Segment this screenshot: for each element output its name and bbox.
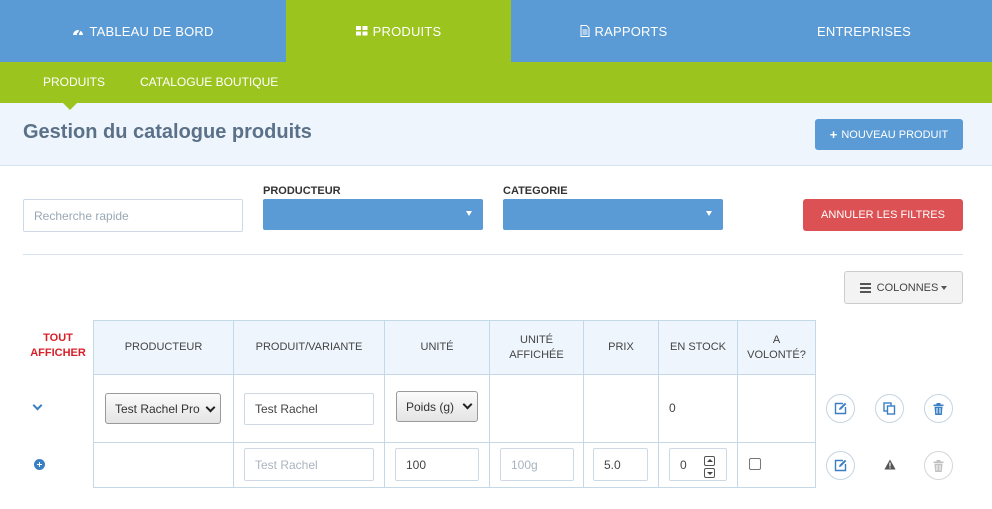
active-subnav-indicator [63,103,77,110]
delete-button[interactable] [924,451,953,480]
chevron-down-icon [205,402,216,412]
plus-icon: + [829,127,838,142]
stock-value: 0 [669,401,676,415]
on-demand-checkbox[interactable] [749,458,761,470]
col-header-a-volonte[interactable]: A VOLONTÉ? [737,320,816,375]
header-line: UNITÉ [520,333,553,346]
stepper-up-icon[interactable] [704,456,715,466]
tab-tableau-de-bord[interactable]: TABLEAU DE BORD [0,0,286,62]
cell-on-demand [737,374,816,443]
tab-label: ENTREPRISES [817,23,911,39]
warning-icon [884,459,896,470]
cell-on-demand [737,442,816,488]
unit-dropdown[interactable]: Poids (g) [396,391,478,422]
edit-button[interactable] [826,394,855,423]
producer-value: Test Rachel Pro [115,401,200,416]
edit-button[interactable] [826,451,855,480]
page-title: Gestion du catalogue produits [23,121,312,143]
subnav-item-catalogue-boutique[interactable]: CATALOGUE BOUTIQUE [140,62,278,103]
header-line: AFFICHÉE [509,348,564,361]
cell-displayed-unit: 100g [489,442,584,488]
category-select[interactable] [503,199,723,230]
show-all-line: AFFICHER [30,347,86,359]
trash-icon [933,459,944,472]
category-filter-label: CATEGORIE [503,185,568,197]
table-row: Test Rachel 100 100g 5.0 0 [93,442,816,488]
cell-price: 5.0 [583,442,659,488]
price-input[interactable]: 5.0 [593,448,648,481]
show-all-link[interactable]: TOUT AFFICHER [30,331,86,361]
cell-stock: 0 [658,442,738,488]
add-circle-icon[interactable] [34,459,45,470]
columns-label: COLONNES [876,281,939,294]
cell-unit: 100 [384,442,490,488]
columns-button[interactable]: COLONNES [844,271,963,304]
subnav-item-produits[interactable]: PRODUITS [43,62,105,103]
duplicate-button[interactable] [875,394,904,423]
chevron-down-icon[interactable] [32,400,44,412]
cell-product: Test Rachel [233,374,385,443]
cell-producer [93,442,234,488]
cell-product: Test Rachel [233,442,385,488]
caret-down-icon [706,211,712,216]
tab-label: PRODUITS [372,23,442,39]
new-product-label: NOUVEAU PRODUIT [841,128,949,141]
cell-unit: Poids (g) [384,374,490,443]
col-header-en-stock[interactable]: EN STOCK [658,320,738,375]
top-nav: TABLEAU DE BORD PRODUITS RAPPORTS ENTREP… [0,0,992,62]
header-line: VOLONTÉ? [747,348,806,361]
search-input[interactable] [23,199,243,232]
producer-filter-label: PRODUCTEUR [263,185,341,197]
trash-icon [933,402,944,415]
col-header-unite[interactable]: UNITÉ [384,320,490,375]
product-input[interactable]: Test Rachel [244,448,374,481]
copy-icon [883,402,896,415]
cell-stock: 0 [658,374,738,443]
displayed-unit-input[interactable]: 100g [500,448,574,481]
cell-price [583,374,659,443]
divider [23,254,963,255]
cell-displayed-unit [489,374,584,443]
tab-entreprises[interactable]: ENTREPRISES [736,0,992,62]
col-header-prix[interactable]: PRIX [583,320,659,375]
tab-rapports[interactable]: RAPPORTS [511,0,736,62]
stepper[interactable] [704,456,716,480]
cancel-filters-button[interactable]: ANNULER LES FILTRES [803,199,963,231]
menu-icon [859,281,871,295]
delete-button[interactable] [924,394,953,423]
sub-nav: PRODUITS CATALOGUE BOUTIQUE [0,62,992,103]
edit-icon [834,459,847,472]
product-input[interactable]: Test Rachel [244,393,374,425]
stock-input[interactable]: 0 [669,448,727,481]
tab-label: TABLEAU DE BORD [89,23,214,39]
table-row: Test Rachel Pro Test Rachel Poids (g) 0 [93,374,816,443]
chevron-down-icon [462,399,473,409]
tab-label: RAPPORTS [594,23,668,39]
cell-producer: Test Rachel Pro [93,374,234,443]
table-header-row: PRODUCTEUR PRODUIT/VARIANTE UNITÉ UNITÉ … [93,320,816,375]
stepper-down-icon[interactable] [704,468,715,478]
products-table: PRODUCTEUR PRODUIT/VARIANTE UNITÉ UNITÉ … [93,320,816,488]
grid-icon [355,26,368,36]
show-all-line: TOUT [43,332,73,344]
unit-value-input[interactable]: 100 [395,448,479,481]
unit-value: Poids (g) [406,399,455,414]
caret-down-icon [941,285,948,290]
new-product-button[interactable]: + NOUVEAU PRODUIT [815,119,963,150]
col-header-unite-affichee[interactable]: UNITÉ AFFICHÉE [489,320,584,375]
caret-down-icon [466,211,472,216]
edit-icon [834,402,847,415]
col-header-producteur[interactable]: PRODUCTEUR [93,320,234,375]
header-line: A [772,333,781,346]
file-icon [580,25,590,37]
producer-select[interactable] [263,199,483,230]
stock-input-value: 0 [680,457,687,472]
dashboard-icon [72,26,84,37]
producer-dropdown[interactable]: Test Rachel Pro [105,393,221,424]
tab-produits[interactable]: PRODUITS [286,0,511,62]
col-header-produit[interactable]: PRODUIT/VARIANTE [233,320,385,375]
